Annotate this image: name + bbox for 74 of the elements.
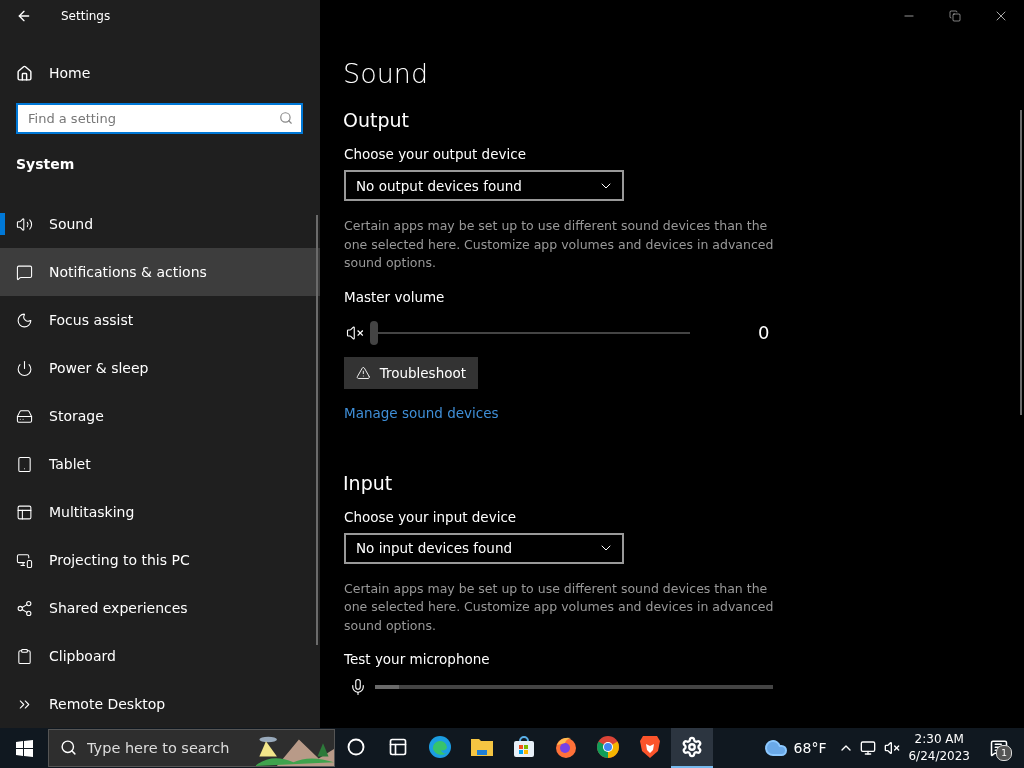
tablet-icon [16,455,33,473]
window-grid-icon [16,503,33,521]
speech-bubble-icon [16,263,33,281]
warning-icon [356,364,371,381]
sidebar-label: Storage [49,408,104,424]
field-label: Choose your output device [344,146,527,162]
sidebar-label: Multitasking [49,504,135,520]
weather-widget[interactable]: 68°F [757,728,833,768]
sidebar-label: Tablet [49,456,91,472]
clock[interactable]: 2:30 AM 6/24/2023 [900,728,978,768]
home-icon [16,64,33,82]
window-title: Settings [61,9,111,23]
monitor-icon [16,551,33,569]
search-field[interactable]: Find a setting [16,103,303,134]
wave-logo-icon [428,735,452,759]
field-label: Test your microphone [344,651,491,667]
power-icon [16,359,33,377]
gear-icon [681,736,703,758]
sidebar-item[interactable]: Clipboard [0,632,320,680]
restore-icon [949,10,961,22]
sidebar-item[interactable]: Power & sleep [0,344,320,392]
microphone-icon [349,678,367,696]
section-heading: System [15,155,76,174]
description-text: Certain apps may be set up to use different sound devices than the one selected here. Customize app volumes and devices in advanced sound options. [344,579,775,635]
sidebar-label: Remote Desktop [49,696,166,712]
page-title: Sound [343,58,430,91]
muted-speaker-icon[interactable] [884,740,901,756]
troubleshoot-button[interactable]: Troubleshoot [344,356,478,389]
round-logo-icon [596,735,620,759]
notification-count: 1 [996,745,1012,761]
sidebar-label: Focus assist [49,312,134,328]
field-label: Master volume [344,288,446,305]
volume-reading: 0 [758,322,770,343]
section-heading: Output [343,108,410,133]
input-device-dropdown[interactable]: No input devices found [344,532,624,564]
windows-icon [15,739,33,757]
sidebar-label: Shared experiences [49,600,188,616]
speaker-icon [16,215,33,233]
sidebar-item[interactable]: Tablet [0,440,320,488]
home-item[interactable]: Home [0,51,320,95]
taskbar-app[interactable] [671,728,713,768]
section-heading: Input [343,470,394,496]
muted-speaker-icon[interactable] [346,323,364,342]
sidebar-label: Projecting to this PC [49,552,190,568]
sidebar-item[interactable]: Notifications & actions [0,248,320,296]
search-icon [279,111,293,125]
moon-icon [16,311,33,329]
scrollbar[interactable] [316,215,318,645]
manage-devices-link[interactable]: Manage sound devices [344,404,499,421]
sidebar-label: Power & sleep [49,360,149,376]
shopping-bag-icon [513,736,535,758]
clipboard-icon [16,647,33,665]
sidebar-label: Clipboard [49,648,116,664]
network-icon[interactable] [860,740,877,756]
sidebar-label: Sound [49,216,94,232]
output-device-dropdown[interactable]: No output devices found [344,170,624,201]
field-label: Choose your input device [344,508,518,525]
sidebar-item[interactable]: Storage [0,392,320,440]
share-icon [16,599,33,617]
sidebar-label: Notifications & actions [49,264,207,280]
sidebar-item[interactable]: Projecting to this PC [0,536,320,584]
folder-icon [470,736,494,758]
description-text: Certain apps may be set up to use different sound devices than the one selected here. Customize app volumes and devices in advanced sound options. [344,217,775,272]
sidebar-item[interactable]: Multitasking [0,488,320,536]
slider-thumb[interactable] [370,320,378,345]
notification-button[interactable]: 1 [978,728,1024,768]
back-arrow-icon [16,8,32,24]
drive-icon [16,407,33,425]
circle-icon [347,738,365,756]
sidebar-item[interactable]: Focus assist [0,296,320,344]
scrollbar[interactable] [1020,110,1022,415]
sidebar-item[interactable]: Shared experiences [0,584,320,632]
task-view-icon [388,737,408,757]
sidebar-item[interactable]: Remote Desktop [0,680,320,728]
